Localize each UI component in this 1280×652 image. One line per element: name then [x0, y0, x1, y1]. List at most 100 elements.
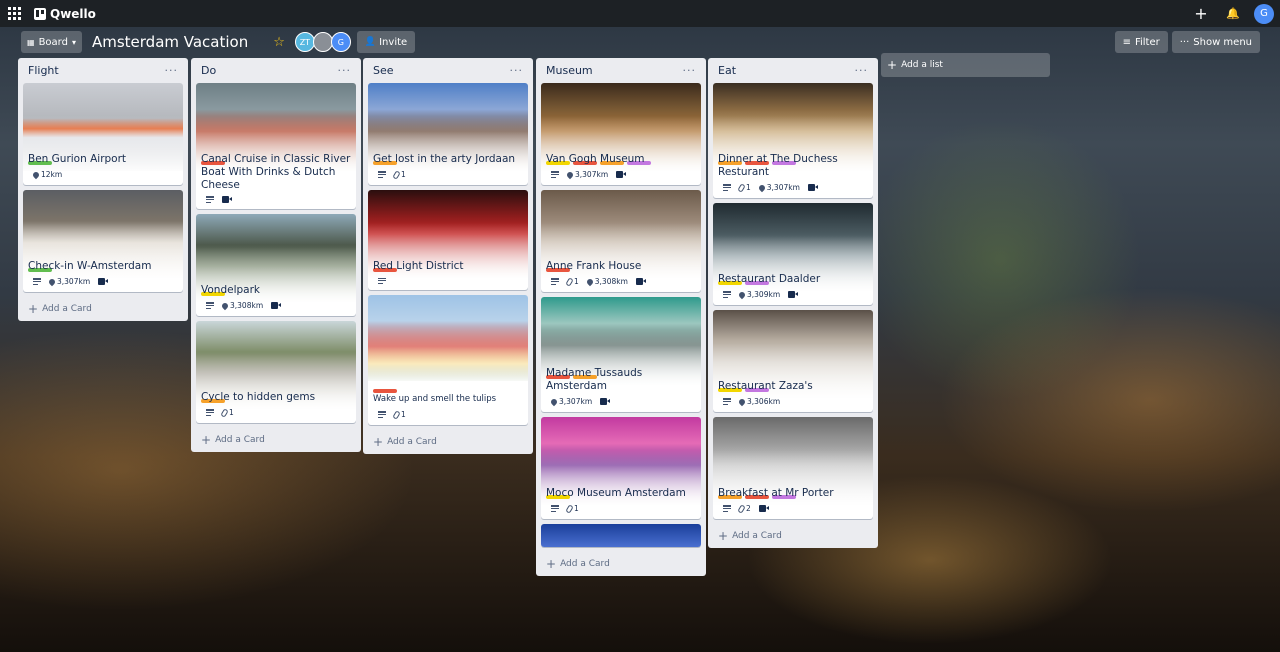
board-logo-icon [34, 7, 46, 20]
list-title[interactable]: Eat [718, 64, 736, 77]
list-museum: Museum ··· Van Gogh Museum 3,307km Anne … [536, 58, 706, 576]
board-view-button[interactable]: ▦ Board ▾ [21, 31, 82, 53]
card-title: Moco Museum Amsterdam [546, 487, 686, 499]
list-menu-icon[interactable]: ··· [855, 64, 869, 77]
card[interactable]: Dinner at The Duchess Resturant 1 3,307k… [713, 83, 873, 198]
attachment-icon [565, 276, 574, 287]
apps-grid-icon[interactable] [8, 6, 22, 21]
card-title: Check-in W-Amsterdam [28, 260, 152, 272]
location-icon [737, 397, 747, 406]
attachment-icon [220, 407, 229, 418]
add-card-button[interactable]: + Add a Card [23, 297, 183, 321]
list-title[interactable]: Museum [546, 64, 593, 77]
video-icon [222, 196, 232, 203]
card-title: Breakfast at Mr Porter [718, 487, 834, 499]
plus-icon: + [373, 435, 384, 449]
add-card-button[interactable]: + Add a Card [368, 430, 528, 454]
description-icon [206, 409, 214, 416]
board-view-icon: ▦ [27, 37, 35, 47]
card[interactable]: Red Light District [368, 190, 528, 290]
list-menu-icon[interactable]: ··· [338, 64, 352, 77]
plus-icon: + [718, 529, 729, 543]
add-list-button[interactable]: + Add a list [881, 53, 1050, 77]
list-title[interactable]: See [373, 64, 394, 77]
card[interactable]: Restaurant Daalder 3,309km [713, 203, 873, 305]
board-title[interactable]: Amsterdam Vacation [92, 33, 248, 51]
card-title: Dinner at The Duchess Resturant [718, 153, 838, 178]
video-icon [807, 184, 818, 191]
location-icon [220, 301, 230, 310]
attachment-icon [737, 503, 746, 514]
attachment-icon [392, 169, 401, 180]
board-header: ▦ Board ▾ Amsterdam Vacation ☆ ZT G 👤 In… [0, 30, 1280, 54]
plus-icon: + [28, 302, 39, 316]
list-title[interactable]: Flight [28, 64, 59, 77]
card[interactable]: Ben Gurion Airport 12km [23, 83, 183, 185]
card[interactable]: Vondelpark 3,308km [196, 214, 356, 316]
description-icon [551, 278, 559, 285]
list-flight: Flight ··· Ben Gurion Airport 12km Check… [18, 58, 188, 321]
card[interactable]: Van Gogh Museum 3,307km [541, 83, 701, 185]
location-icon [737, 290, 747, 299]
card[interactable]: Restaurant Zaza's 3,306km [713, 310, 873, 412]
filter-button[interactable]: ≡ Filter [1114, 31, 1168, 53]
card[interactable]: Cycle to hidden gems 1 [196, 321, 356, 423]
member-avatar[interactable]: G [330, 32, 351, 52]
top-navbar: Qwello + 🔔 G [0, 0, 1280, 27]
invite-button[interactable]: 👤 Invite [356, 31, 416, 53]
create-button[interactable]: + [1190, 3, 1212, 25]
show-menu-button[interactable]: ··· Show menu [1171, 31, 1260, 53]
card[interactable]: Get lost in the arty Jordaan 1 [368, 83, 528, 185]
board-members: ZT G [294, 32, 351, 52]
card[interactable]: Moco Museum Amsterdam 1 [541, 417, 701, 519]
member-avatar[interactable] [312, 32, 333, 52]
plus-icon: + [887, 58, 898, 72]
video-icon [616, 171, 627, 178]
more-icon: ··· [1179, 36, 1190, 48]
add-card-button[interactable]: + Add a Card [196, 428, 356, 452]
description-icon [33, 278, 41, 285]
description-icon [206, 196, 214, 203]
notifications-bell-icon[interactable]: 🔔 [1222, 3, 1244, 25]
video-icon [98, 278, 109, 285]
video-icon [788, 291, 799, 298]
app-logo[interactable]: Qwello [34, 7, 96, 21]
card[interactable]: Canal Cruise in Classic River Boat With … [196, 83, 356, 209]
card-title: Cycle to hidden gems [201, 391, 316, 403]
location-icon [585, 277, 595, 286]
card-title: Madame Tussauds Amsterdam [546, 367, 643, 392]
list-menu-icon[interactable]: ··· [165, 64, 179, 77]
chevron-down-icon: ▾ [71, 37, 76, 47]
description-icon [723, 184, 731, 191]
attachment-icon [565, 503, 574, 514]
card[interactable]: Anne Frank House 1 3,308km [541, 190, 701, 292]
add-card-button[interactable]: + Add a Card [541, 552, 701, 576]
app-name: Qwello [50, 6, 96, 21]
card-title: Ben Gurion Airport [28, 153, 127, 165]
card[interactable]: Breakfast at Mr Porter 2 [713, 417, 873, 519]
card[interactable]: Check-in W-Amsterdam 3,307km [23, 190, 183, 292]
add-card-button[interactable]: + Add a Card [713, 524, 873, 548]
location-icon [31, 170, 41, 179]
description-icon [378, 171, 386, 178]
card-title: Get lost in the arty Jordaan [373, 153, 516, 165]
member-avatar[interactable]: ZT [294, 32, 315, 52]
video-icon [600, 398, 611, 405]
list-title[interactable]: Do [201, 64, 216, 77]
card-partial[interactable] [541, 524, 701, 547]
description-icon [551, 171, 559, 178]
description-icon [723, 505, 731, 512]
video-icon [635, 278, 646, 285]
star-icon[interactable]: ☆ [273, 35, 285, 50]
location-icon [549, 397, 559, 406]
user-avatar[interactable]: G [1254, 3, 1274, 24]
card[interactable]: Wake up and smell the tulips 1 [368, 295, 528, 425]
card[interactable]: Madame Tussauds Amsterdam 3,307km [541, 297, 701, 412]
attachment-icon [737, 182, 746, 193]
video-icon [271, 302, 282, 309]
location-icon [47, 277, 57, 286]
location-icon [757, 183, 767, 192]
list-eat: Eat ··· Dinner at The Duchess Resturant … [708, 58, 878, 548]
list-menu-icon[interactable]: ··· [683, 64, 697, 77]
list-menu-icon[interactable]: ··· [510, 64, 524, 77]
